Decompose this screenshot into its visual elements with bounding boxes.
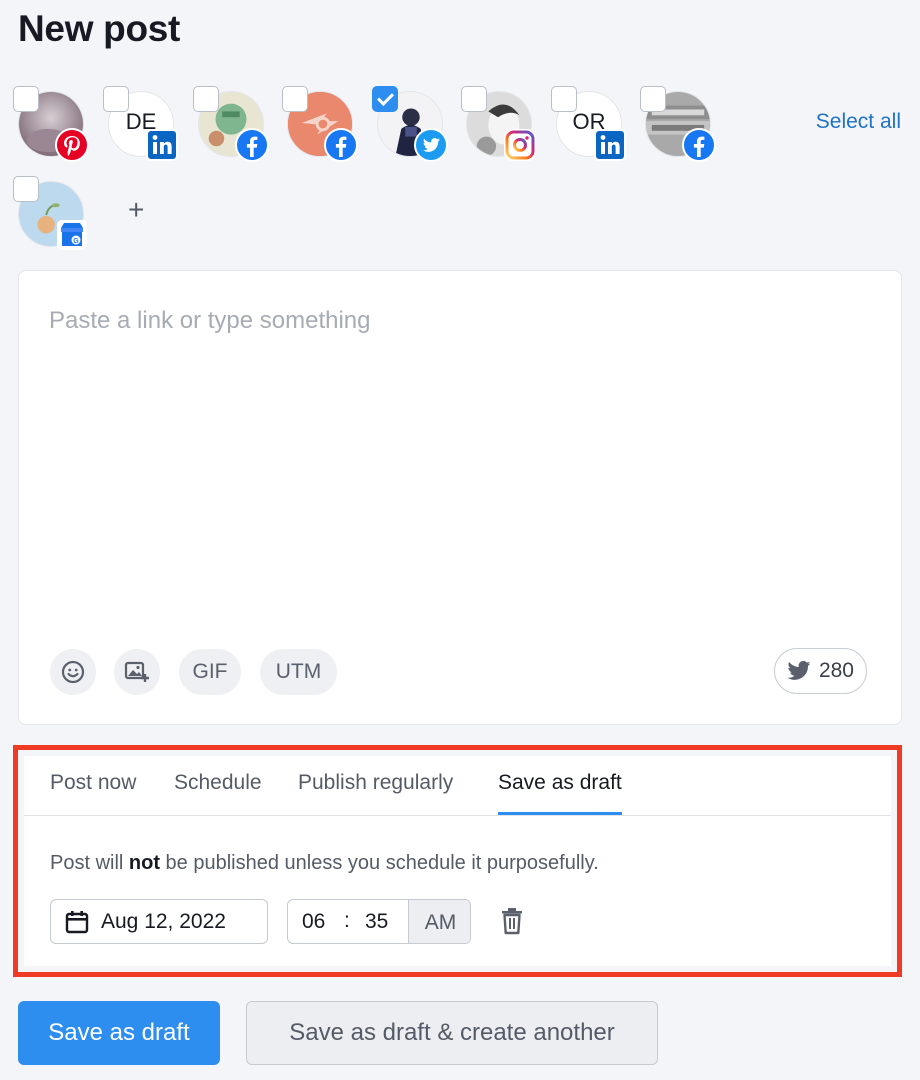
tab-publish-regularly[interactable]: Publish regularly: [298, 771, 453, 812]
account-checkbox[interactable]: [551, 86, 577, 112]
minute-input[interactable]: 35: [365, 910, 388, 934]
account-checkbox[interactable]: [461, 86, 487, 112]
linkedin-icon: [144, 127, 180, 163]
account-linkedin-de[interactable]: DE: [103, 86, 178, 161]
time-separator: :: [344, 909, 350, 932]
character-counter: 280: [773, 648, 867, 694]
publish-options-panel: Post now Schedule Publish regularly Save…: [24, 756, 891, 966]
google-business-icon: G: [54, 217, 90, 253]
image-add-icon: [124, 661, 149, 682]
facebook-icon: [323, 127, 359, 163]
pinterest-icon: [54, 127, 90, 163]
draft-notice: Post will not be published unless you sc…: [50, 852, 599, 874]
facebook-icon: [234, 127, 270, 163]
trash-icon: [502, 908, 522, 935]
gif-button[interactable]: GIF: [179, 649, 241, 695]
account-pinterest[interactable]: [13, 86, 89, 162]
ampm-toggle[interactable]: AM: [408, 900, 470, 943]
account-checkbox[interactable]: [103, 86, 129, 112]
account-checkbox[interactable]: [640, 86, 666, 112]
calendar-icon: [65, 910, 89, 933]
account-linkedin-or[interactable]: OR: [551, 86, 626, 161]
account-google-business[interactable]: G: [13, 176, 87, 250]
account-checkbox[interactable]: [13, 176, 39, 202]
time-picker: 06 : 35 AM: [287, 899, 471, 944]
account-checkbox[interactable]: [193, 86, 219, 112]
save-as-draft-button[interactable]: Save as draft: [18, 1001, 220, 1065]
emoji-icon: [61, 660, 85, 684]
date-value: Aug 12, 2022: [101, 909, 226, 933]
twitter-icon: [787, 661, 811, 680]
delete-schedule-button[interactable]: [500, 907, 524, 940]
account-checkbox[interactable]: [13, 86, 39, 112]
publish-tabs: Post now Schedule Publish regularly Save…: [24, 756, 891, 816]
twitter-icon: [413, 127, 449, 163]
instagram-icon: [502, 127, 538, 163]
svg-text:G: G: [73, 238, 79, 245]
account-checkbox[interactable]: [282, 86, 308, 112]
post-composer: GIF UTM 280: [18, 270, 902, 725]
save-draft-and-create-another-button[interactable]: Save as draft & create another: [246, 1001, 658, 1065]
facebook-icon: [681, 127, 717, 163]
account-facebook-2[interactable]: [282, 86, 358, 162]
tab-post-now[interactable]: Post now: [50, 771, 136, 812]
add-account-button[interactable]: +: [128, 196, 144, 224]
tab-schedule[interactable]: Schedule: [174, 771, 262, 812]
account-facebook-3[interactable]: [640, 86, 716, 162]
date-picker[interactable]: Aug 12, 2022: [50, 899, 268, 944]
add-media-button[interactable]: [114, 649, 160, 695]
select-all-link[interactable]: Select all: [816, 110, 901, 134]
linkedin-icon: [592, 127, 628, 163]
account-facebook-1[interactable]: [193, 86, 269, 162]
account-checkbox-checked[interactable]: [372, 86, 398, 112]
account-instagram[interactable]: [461, 86, 536, 161]
character-count-value: 280: [818, 659, 854, 682]
tab-save-as-draft[interactable]: Save as draft: [498, 771, 622, 815]
page-title: New post: [18, 8, 181, 49]
post-text-input[interactable]: [49, 307, 869, 607]
utm-button[interactable]: UTM: [260, 649, 337, 695]
hour-input[interactable]: 06: [302, 910, 325, 934]
emoji-button[interactable]: [50, 649, 96, 695]
account-twitter[interactable]: [372, 86, 448, 162]
